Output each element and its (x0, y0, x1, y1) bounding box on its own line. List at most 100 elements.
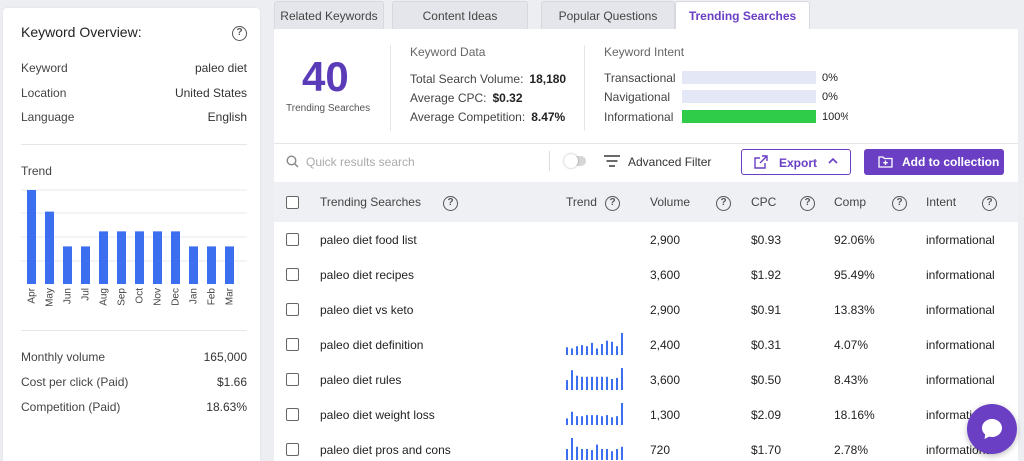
divider (21, 144, 247, 145)
cpc-cell: $0.93 (751, 233, 782, 247)
folder-plus-icon (878, 156, 893, 168)
intent-transactional-bar (682, 71, 816, 84)
export-label: Export (779, 156, 818, 170)
intent-navigational-bar (682, 90, 816, 103)
keyword-cell[interactable]: paleo diet vs keto (320, 303, 413, 317)
volume-cell: 2,900 (650, 233, 681, 247)
comp-cell: 8.43% (834, 373, 869, 387)
col-trending-help-icon[interactable]: ? (443, 194, 458, 211)
tab-popular-questions[interactable]: Popular Questions (541, 1, 675, 30)
row-checkbox[interactable] (286, 408, 299, 421)
export-button[interactable]: Export (741, 149, 851, 175)
quick-search-input[interactable] (306, 151, 536, 173)
table-row[interactable]: paleo diet recipes 3,600 $1.92 95.49% inform… (274, 257, 1018, 292)
col-cpc-help-icon[interactable]: ? (800, 194, 815, 211)
average-cpc: Average CPC: $0.32 (410, 91, 523, 105)
add-to-collection-button[interactable]: Add to collection (864, 149, 1004, 175)
keyword-cell[interactable]: paleo diet weight loss (320, 408, 435, 422)
keyword-field: Keyword paleo diet (21, 61, 247, 75)
tab-content-ideas[interactable]: Content Ideas (392, 1, 528, 30)
language-field: Language English (21, 110, 247, 124)
intent-navigational-pct: 0% (822, 91, 838, 103)
sparkline-bar (606, 340, 608, 355)
col-trending-searches[interactable]: Trending Searches (320, 195, 421, 209)
sparkline-bar (586, 376, 588, 390)
intent-transactional-pct: 0% (822, 72, 838, 84)
trend-month-label: Oct (135, 288, 146, 304)
trend-month-label: Jun (63, 288, 74, 304)
trend-bar (171, 231, 180, 284)
intent-cell: informational (926, 268, 995, 282)
select-all-checkbox[interactable] (286, 196, 299, 209)
col-comp[interactable]: Comp (834, 195, 866, 209)
trend-bar (27, 190, 36, 284)
trend-bar (117, 231, 126, 284)
divider (21, 330, 247, 331)
keyword-cell[interactable]: paleo diet pros and cons (320, 443, 451, 457)
col-cpc[interactable]: CPC (751, 195, 776, 209)
table-row[interactable]: paleo diet weight loss 1,300 $2.09 18.16% in… (274, 397, 1018, 432)
overview-help-icon[interactable]: ? (232, 24, 247, 41)
sparkline-bar (576, 446, 578, 460)
table-row[interactable]: paleo diet rules 3,600 $0.50 8.43% informati… (274, 362, 1018, 397)
trend-bar (81, 246, 90, 284)
col-intent-help-icon[interactable]: ? (982, 194, 997, 211)
row-checkbox[interactable] (286, 338, 299, 351)
comp-cell: 4.07% (834, 338, 869, 352)
keyword-cell[interactable]: paleo diet rules (320, 373, 401, 387)
filter-icon[interactable] (604, 155, 620, 167)
trend-month-label: Sep (117, 288, 128, 306)
chat-widget-button[interactable] (967, 404, 1017, 454)
sparkline-bar (576, 416, 578, 425)
row-checkbox[interactable] (286, 373, 299, 386)
trend-sparkline (566, 438, 623, 460)
col-intent[interactable]: Intent (926, 195, 956, 209)
keyword-cell[interactable]: paleo diet recipes (320, 268, 414, 282)
search-icon (286, 155, 299, 168)
row-checkbox[interactable] (286, 303, 299, 316)
sparkline-bar (591, 415, 593, 425)
intent-navigational-label: Navigational (604, 90, 671, 104)
col-volume[interactable]: Volume (650, 195, 690, 209)
advanced-filter-button[interactable]: Advanced Filter (628, 155, 711, 169)
volume-cell: 3,600 (650, 373, 681, 387)
cpc-cell: $0.91 (751, 303, 782, 317)
sparkline-bar (621, 333, 623, 355)
trending-count-label: Trending Searches (286, 103, 371, 114)
keyword-cell[interactable]: paleo diet food list (320, 233, 417, 247)
trend-bar (63, 246, 72, 284)
table-row[interactable]: paleo diet vs keto 2,900 $0.91 13.83% inform… (274, 292, 1018, 327)
sparkline-bar (596, 376, 598, 390)
col-comp-help-icon[interactable]: ? (892, 194, 907, 211)
trend-bar (189, 246, 198, 284)
row-checkbox[interactable] (286, 443, 299, 456)
col-trend[interactable]: Trend (566, 195, 597, 209)
sparkline-bar (611, 451, 613, 460)
table-row[interactable]: paleo diet food list 2,900 $0.93 92.06% info… (274, 222, 1018, 257)
sparkline-bar (596, 348, 598, 355)
sparkline-bar (621, 403, 623, 425)
total-search-volume: Total Search Volume: 18,180 (410, 72, 567, 86)
tab-related-keywords[interactable]: Related Keywords (274, 1, 384, 30)
chevron-up-icon (828, 157, 838, 164)
cpc-cell: $2.09 (751, 408, 782, 422)
col-trend-help-icon[interactable]: ? (605, 194, 620, 211)
trending-searches-panel: 40 Trending Searches Keyword Data Total … (274, 29, 1018, 461)
trend-bar (135, 231, 144, 284)
volume-cell: 2,400 (650, 338, 681, 352)
sparkline-bar (571, 370, 573, 390)
trend-month-label: May (45, 288, 56, 307)
chat-icon (982, 419, 1002, 439)
sparkline-bar (611, 341, 613, 355)
sparkline-bar (571, 348, 573, 355)
table-row[interactable]: paleo diet pros and cons 720 $1.70 2.78% inf… (274, 432, 1018, 461)
sparkline-bar (616, 449, 618, 460)
row-checkbox[interactable] (286, 268, 299, 281)
keyword-cell[interactable]: paleo diet definition (320, 338, 423, 352)
row-checkbox[interactable] (286, 233, 299, 246)
table-row[interactable]: paleo diet definition 2,400 $0.31 4.07% info… (274, 327, 1018, 362)
trend-month-label: Jan (189, 288, 200, 304)
toggle-switch[interactable] (564, 154, 586, 168)
col-volume-help-icon[interactable]: ? (716, 194, 731, 211)
tab-trending-searches[interactable]: Trending Searches (675, 1, 810, 30)
